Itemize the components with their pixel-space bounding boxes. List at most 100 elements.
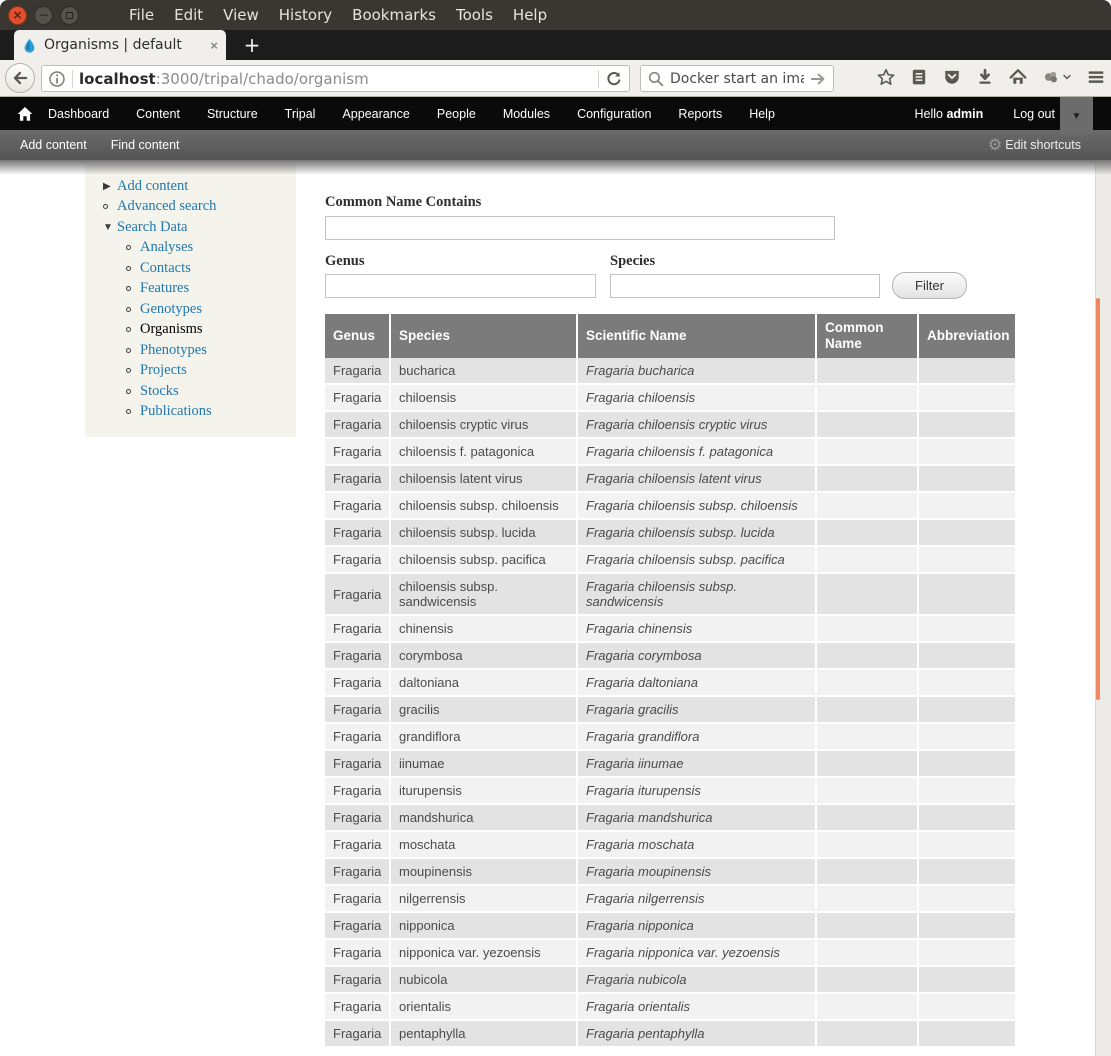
- sidebar-item-advanced-search[interactable]: Advanced search: [85, 197, 296, 218]
- window-minimize-button[interactable]: −: [34, 6, 53, 25]
- admin-item-configuration[interactable]: Configuration: [577, 107, 651, 121]
- sidebar-item-label[interactable]: Phenotypes: [140, 342, 207, 359]
- cell-common-name: [817, 967, 919, 994]
- cell-common-name: [817, 886, 919, 913]
- cell-scientific-name: Fragaria chiloensis cryptic virus: [578, 412, 817, 439]
- sidebar-item-organisms[interactable]: Organisms: [85, 320, 296, 341]
- addon-icon[interactable]: [1042, 68, 1060, 86]
- window-close-button[interactable]: ×: [8, 6, 27, 25]
- addon-chevron-icon[interactable]: [1062, 72, 1072, 82]
- shortcut-find-content[interactable]: Find content: [111, 138, 180, 152]
- sidebar-item-label[interactable]: Projects: [140, 362, 187, 379]
- admin-menu-items: Dashboard Content Structure Tripal Appearanc…: [48, 107, 775, 121]
- expanded-arrow-icon[interactable]: ▼: [103, 222, 117, 233]
- sidebar-item-label[interactable]: Features: [140, 280, 189, 297]
- cell-scientific-name: Fragaria grandiflora: [578, 724, 817, 751]
- shortcut-bar: Add content Find content ⚙ Edit shortcuts: [0, 130, 1111, 160]
- cell-species: moupinensis: [391, 859, 578, 886]
- search-input[interactable]: [670, 71, 804, 87]
- sidebar-item-publications[interactable]: Publications: [85, 402, 296, 423]
- url-text[interactable]: localhost:3000/tripal/chado/organism: [79, 70, 592, 88]
- shortcut-add-content[interactable]: Add content: [20, 138, 87, 152]
- menubar-item-history[interactable]: History: [279, 6, 332, 24]
- sidebar-item-genotypes[interactable]: Genotypes: [85, 299, 296, 320]
- sidebar-item-label[interactable]: Analyses: [140, 239, 193, 256]
- admin-item-modules[interactable]: Modules: [503, 107, 550, 121]
- table-row: FragarianilgerrensisFragaria nilgerrensi…: [325, 886, 1015, 913]
- table-row: Fragarianipponica var. yezoensisFragaria…: [325, 940, 1015, 967]
- sidebar-item-analyses[interactable]: Analyses: [85, 238, 296, 259]
- toolbar-toggle-button[interactable]: ▼: [1060, 97, 1093, 135]
- reload-icon[interactable]: [605, 70, 623, 88]
- admin-item-help[interactable]: Help: [749, 107, 775, 121]
- cell-genus: Fragaria: [325, 358, 391, 385]
- admin-item-reports[interactable]: Reports: [678, 107, 722, 121]
- page-scrollbar-thumb[interactable]: [1096, 298, 1100, 700]
- search-go-icon[interactable]: [809, 70, 827, 88]
- admin-home-icon[interactable]: [16, 105, 34, 123]
- downloads-icon[interactable]: [976, 68, 994, 86]
- common-name-input[interactable]: [325, 216, 835, 240]
- sidebar-item-label[interactable]: Advanced search: [117, 198, 216, 215]
- back-button[interactable]: [5, 63, 35, 93]
- menubar-item-edit[interactable]: Edit: [174, 6, 203, 24]
- bookmark-star-icon[interactable]: [877, 68, 895, 86]
- hamburger-menu-icon[interactable]: [1087, 68, 1105, 86]
- cell-common-name: [817, 358, 919, 385]
- table-row: FragariamoschataFragaria moschata: [325, 832, 1015, 859]
- cell-common-name: [817, 778, 919, 805]
- sidebar-item-features[interactable]: Features: [85, 279, 296, 300]
- species-input[interactable]: [610, 274, 880, 298]
- sidebar-item-label[interactable]: Contacts: [140, 260, 191, 277]
- admin-item-dashboard[interactable]: Dashboard: [48, 107, 109, 121]
- cell-common-name: [817, 994, 919, 1021]
- admin-item-tripal[interactable]: Tripal: [285, 107, 316, 121]
- url-bar[interactable]: localhost:3000/tripal/chado/organism: [41, 65, 630, 92]
- sidebar-item-label[interactable]: Search Data: [117, 219, 187, 236]
- site-info-icon[interactable]: [48, 70, 66, 88]
- sidebar-item-contacts[interactable]: Contacts: [85, 258, 296, 279]
- url-divider2: [598, 70, 599, 88]
- filter-button[interactable]: Filter: [892, 272, 967, 299]
- sidebar-item-projects[interactable]: Projects: [85, 361, 296, 382]
- admin-item-content[interactable]: Content: [136, 107, 180, 121]
- cell-genus: Fragaria: [325, 886, 391, 913]
- cell-abbreviation: [919, 466, 1015, 493]
- window-maximize-button[interactable]: [60, 6, 79, 25]
- sidebar-item-label[interactable]: Publications: [140, 403, 212, 420]
- genus-input[interactable]: [325, 274, 596, 298]
- cell-genus: Fragaria: [325, 697, 391, 724]
- sidebar-item-stocks[interactable]: Stocks: [85, 381, 296, 402]
- sidebar-item-label[interactable]: Genotypes: [140, 301, 202, 318]
- sidebar-item-label[interactable]: Add content: [117, 178, 188, 195]
- bullet-icon: [126, 327, 140, 332]
- collapsed-arrow-icon[interactable]: ▶: [103, 181, 117, 192]
- cell-species: iturupensis: [391, 778, 578, 805]
- pocket-icon[interactable]: [943, 68, 961, 86]
- cell-genus: Fragaria: [325, 385, 391, 412]
- menubar-item-help[interactable]: Help: [513, 6, 547, 24]
- bookmarks-menu-icon[interactable]: [910, 68, 928, 86]
- logout-link[interactable]: Log out: [1013, 107, 1055, 121]
- menubar-item-bookmarks[interactable]: Bookmarks: [352, 6, 436, 24]
- admin-item-appearance[interactable]: Appearance: [342, 107, 409, 121]
- cell-genus: Fragaria: [325, 520, 391, 547]
- admin-item-people[interactable]: People: [437, 107, 476, 121]
- tab-close-icon[interactable]: ×: [210, 38, 218, 53]
- cell-genus: Fragaria: [325, 670, 391, 697]
- sidebar-item-label[interactable]: Stocks: [140, 383, 179, 400]
- admin-item-structure[interactable]: Structure: [207, 107, 258, 121]
- menubar-item-file[interactable]: File: [129, 6, 154, 24]
- menubar-item-tools[interactable]: Tools: [456, 6, 493, 24]
- edit-shortcuts-link[interactable]: ⚙ Edit shortcuts: [988, 135, 1081, 155]
- sidebar-item-phenotypes[interactable]: Phenotypes: [85, 340, 296, 361]
- home-icon[interactable]: [1009, 68, 1027, 86]
- column-header-species: Species: [391, 314, 578, 358]
- menubar-item-view[interactable]: View: [223, 6, 259, 24]
- sidebar-item-search-data[interactable]: ▼Search Data: [85, 217, 296, 238]
- new-tab-button[interactable]: +: [236, 32, 268, 58]
- search-bar[interactable]: [640, 65, 834, 92]
- browser-tab[interactable]: Organisms | default ×: [14, 30, 226, 60]
- cell-scientific-name: Fragaria bucharica: [578, 358, 817, 385]
- sidebar-item-add-content[interactable]: ▶Add content: [85, 176, 296, 197]
